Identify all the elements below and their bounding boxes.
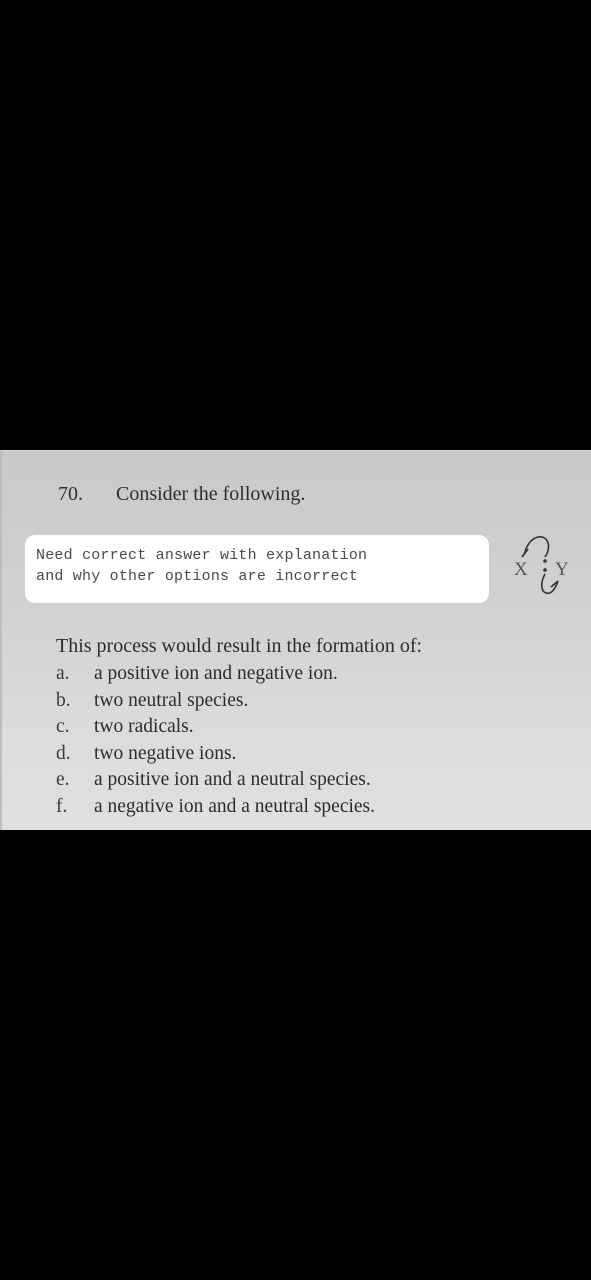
option-d: d. two negative ions. <box>56 741 375 768</box>
option-c: c. two radicals. <box>56 714 375 741</box>
option-letter: d. <box>56 742 71 764</box>
answer-options: a. a positive ion and negative ion. b. two… <box>56 661 375 821</box>
question-header-text: Consider the following. <box>116 483 306 505</box>
option-letter: f. <box>56 795 68 817</box>
option-letter: e. <box>56 769 70 791</box>
option-text: two negative ions. <box>94 742 237 764</box>
option-text: two neutral species. <box>94 689 249 711</box>
atom-x-label: X <box>514 559 528 580</box>
option-text: a positive ion and a neutral species. <box>94 769 371 791</box>
question-photo: 70. Consider the following. Need correct … <box>0 450 591 830</box>
option-text: two radicals. <box>94 716 194 738</box>
option-f: f. a negative ion and a neutral species. <box>56 794 375 821</box>
option-e: e. a positive ion and a neutral species. <box>56 767 375 794</box>
request-note: Need correct answer with explanation and… <box>25 535 489 603</box>
option-b: b. two neutral species. <box>56 688 375 715</box>
option-text: a negative ion and a neutral species. <box>94 795 376 817</box>
option-a: a. a positive ion and negative ion. <box>56 661 375 688</box>
electron-dot <box>543 559 547 563</box>
electron-dot <box>543 568 547 572</box>
request-note-line: Need correct answer with explanation <box>36 547 368 564</box>
request-note-line: and why other options are incorrect <box>36 568 359 585</box>
option-text: a positive ion and negative ion. <box>94 663 338 684</box>
option-letter: c. <box>56 716 70 738</box>
option-letter: a. <box>56 663 70 684</box>
option-letter: b. <box>56 689 71 711</box>
bond-cleavage-diagram: X Y <box>514 536 569 595</box>
curved-arrow-icon <box>523 536 550 558</box>
question-number: 70. <box>58 483 83 505</box>
atom-y-label: Y <box>555 559 569 580</box>
question-header: 70. Consider the following. <box>58 483 305 506</box>
question-prompt: This process would result in the formati… <box>56 635 423 657</box>
